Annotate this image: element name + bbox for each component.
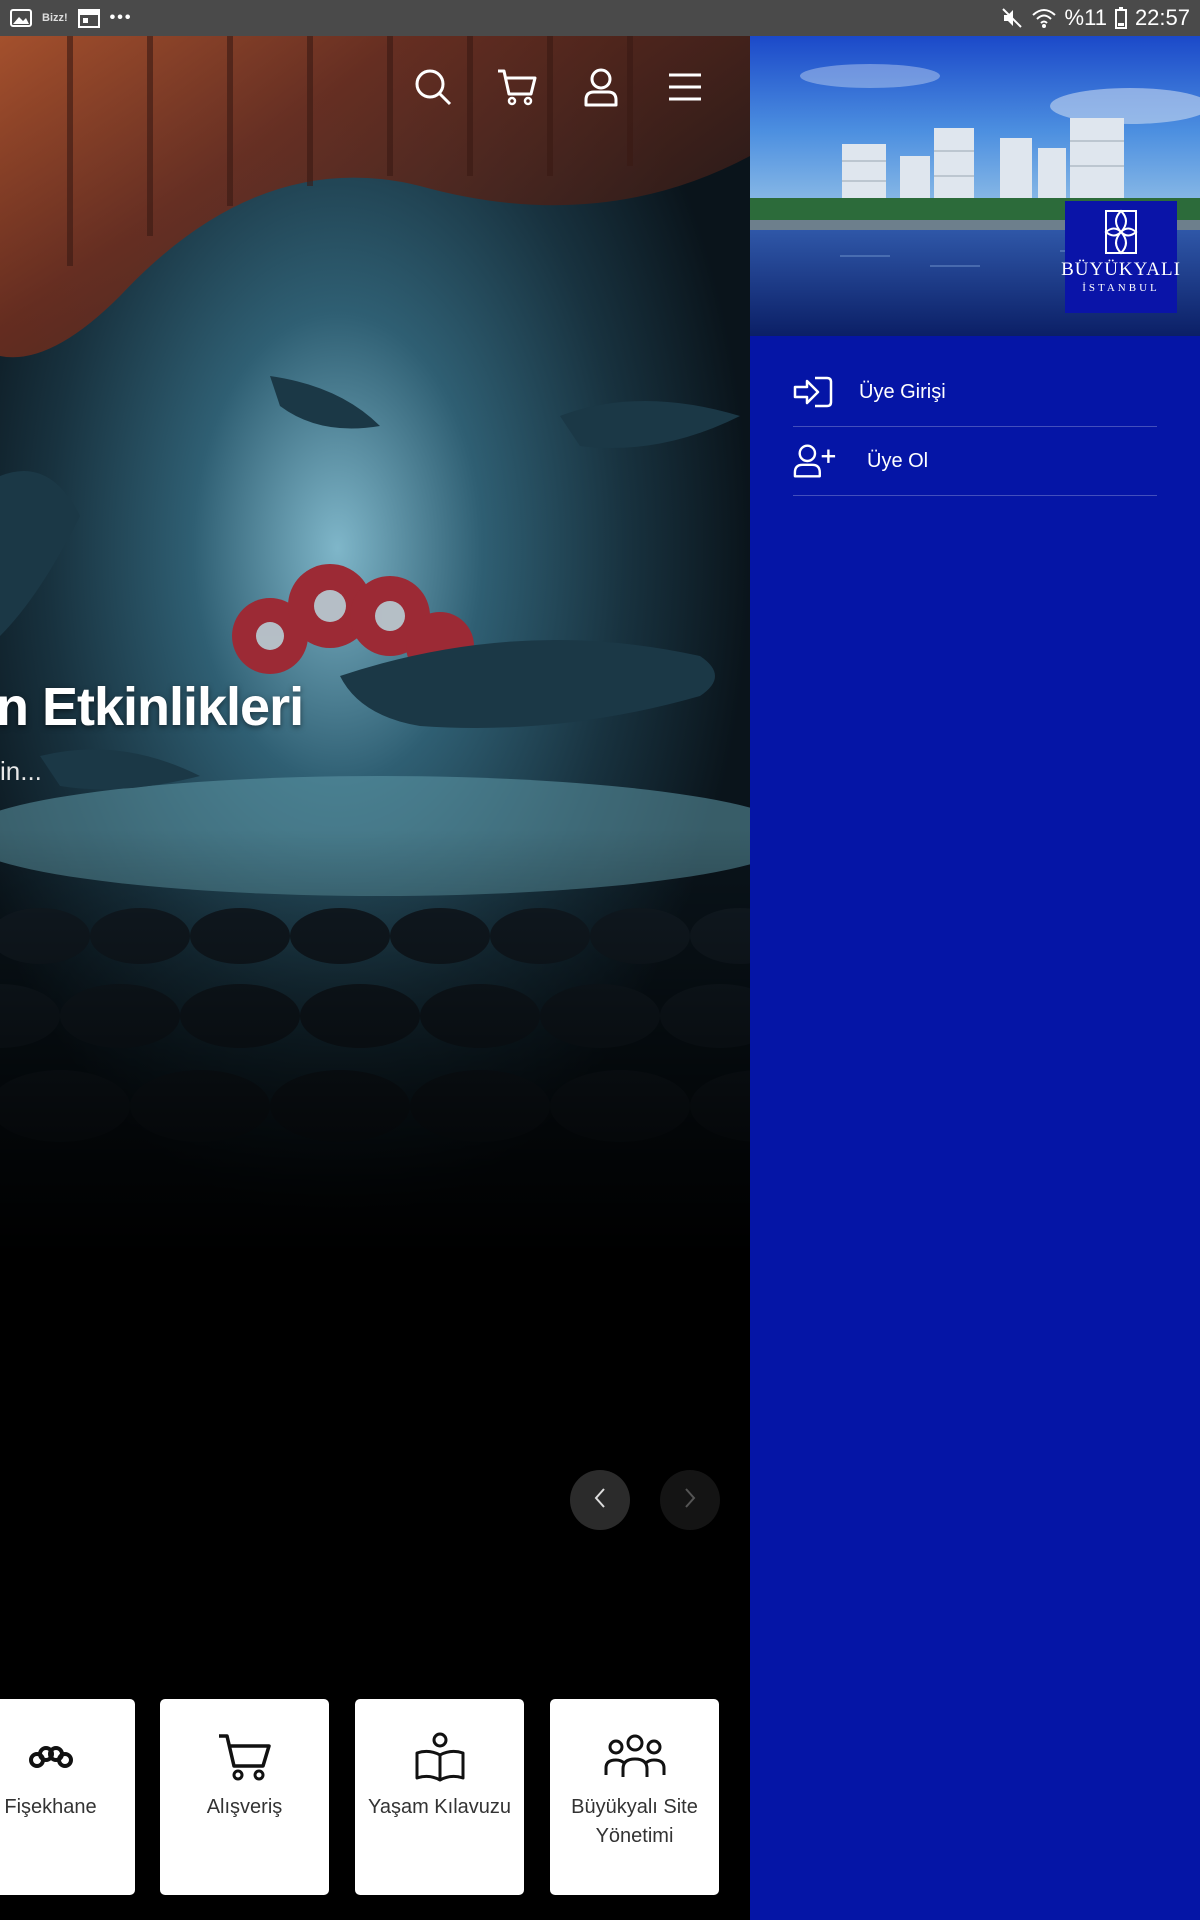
- cart-icon[interactable]: [496, 66, 538, 108]
- logo-emblem-icon: [1104, 209, 1138, 255]
- bizz-label: Bizz!: [42, 12, 68, 24]
- battery-percent: %11: [1064, 5, 1107, 30]
- tile-fisekhane[interactable]: Fişekhane: [0, 1699, 135, 1895]
- logo-title: BÜYÜKYALI: [1061, 259, 1181, 280]
- search-icon[interactable]: [412, 66, 454, 108]
- menu-icon[interactable]: [664, 66, 706, 108]
- calendar-icon: [77, 8, 100, 28]
- app-screen: Bizz! ••• %11 22:57 n Etkinlikleri in...…: [0, 0, 1200, 1920]
- fisekhane-logo-icon: [27, 1731, 75, 1783]
- tile-label: Alışveriş: [206, 1796, 283, 1818]
- wifi-icon: [1031, 7, 1057, 29]
- menu-item-uye-ol[interactable]: Üye Ol: [793, 427, 1157, 496]
- status-left: Bizz! •••: [10, 8, 132, 28]
- buyukyali-logo: BÜYÜKYALI İSTANBUL: [1061, 201, 1180, 313]
- user-icon[interactable]: [580, 66, 622, 108]
- slider-next-button[interactable]: [660, 1470, 720, 1530]
- gallery-icon: [10, 9, 32, 27]
- cart-icon: [217, 1731, 273, 1783]
- menu-item-uye-girisi[interactable]: Üye Girişi: [793, 358, 1157, 427]
- hero-image: [0, 36, 750, 1256]
- tile-site-yonetimi[interactable]: Büyükyalı Site Yönetimi: [550, 1699, 719, 1895]
- chevron-right-icon: [682, 1487, 698, 1514]
- tile-yasam-kilavuzu[interactable]: Yaşam Kılavuzu: [355, 1699, 524, 1895]
- slider-prev-button[interactable]: [570, 1470, 630, 1530]
- book-reader-icon: [414, 1731, 466, 1783]
- users-group-icon: [604, 1731, 666, 1783]
- menu-item-label: Üye Girişi: [859, 380, 946, 403]
- tile-label: Fişekhane: [4, 1796, 97, 1818]
- hero-slider[interactable]: n Etkinlikleri in... Fişekhane Alışveriş…: [0, 36, 750, 1920]
- chevron-left-icon: [592, 1487, 608, 1514]
- clock: 22:57: [1134, 5, 1190, 30]
- tile-label: Yaşam Kılavuzu: [367, 1796, 512, 1818]
- status-bar: Bizz! ••• %11 22:57: [0, 0, 1200, 36]
- user-plus-icon: [793, 443, 837, 479]
- drawer-menu: Üye Girişi Üye Ol: [750, 358, 1200, 496]
- mute-icon: [1001, 7, 1023, 29]
- side-drawer: BÜYÜKYALI İSTANBUL Üye Girişi Üye Ol: [750, 36, 1200, 1920]
- menu-item-label: Üye Ol: [867, 449, 929, 472]
- more-notifications-icon: •••: [109, 9, 133, 26]
- tile-label: Büyükyalı Site Yönetimi: [571, 1796, 698, 1847]
- hero-subtitle: in...: [0, 756, 42, 786]
- drawer-banner: BÜYÜKYALI İSTANBUL: [750, 36, 1200, 336]
- logo-subtitle: İSTANBUL: [1082, 282, 1160, 294]
- hero-title: n Etkinlikleri: [0, 677, 304, 737]
- status-right: %11 22:57: [1001, 5, 1190, 31]
- battery-icon: [1114, 7, 1127, 29]
- tile-alisveris[interactable]: Alışveriş: [160, 1699, 329, 1895]
- sign-in-icon: [793, 376, 837, 408]
- header-actions: [412, 66, 706, 108]
